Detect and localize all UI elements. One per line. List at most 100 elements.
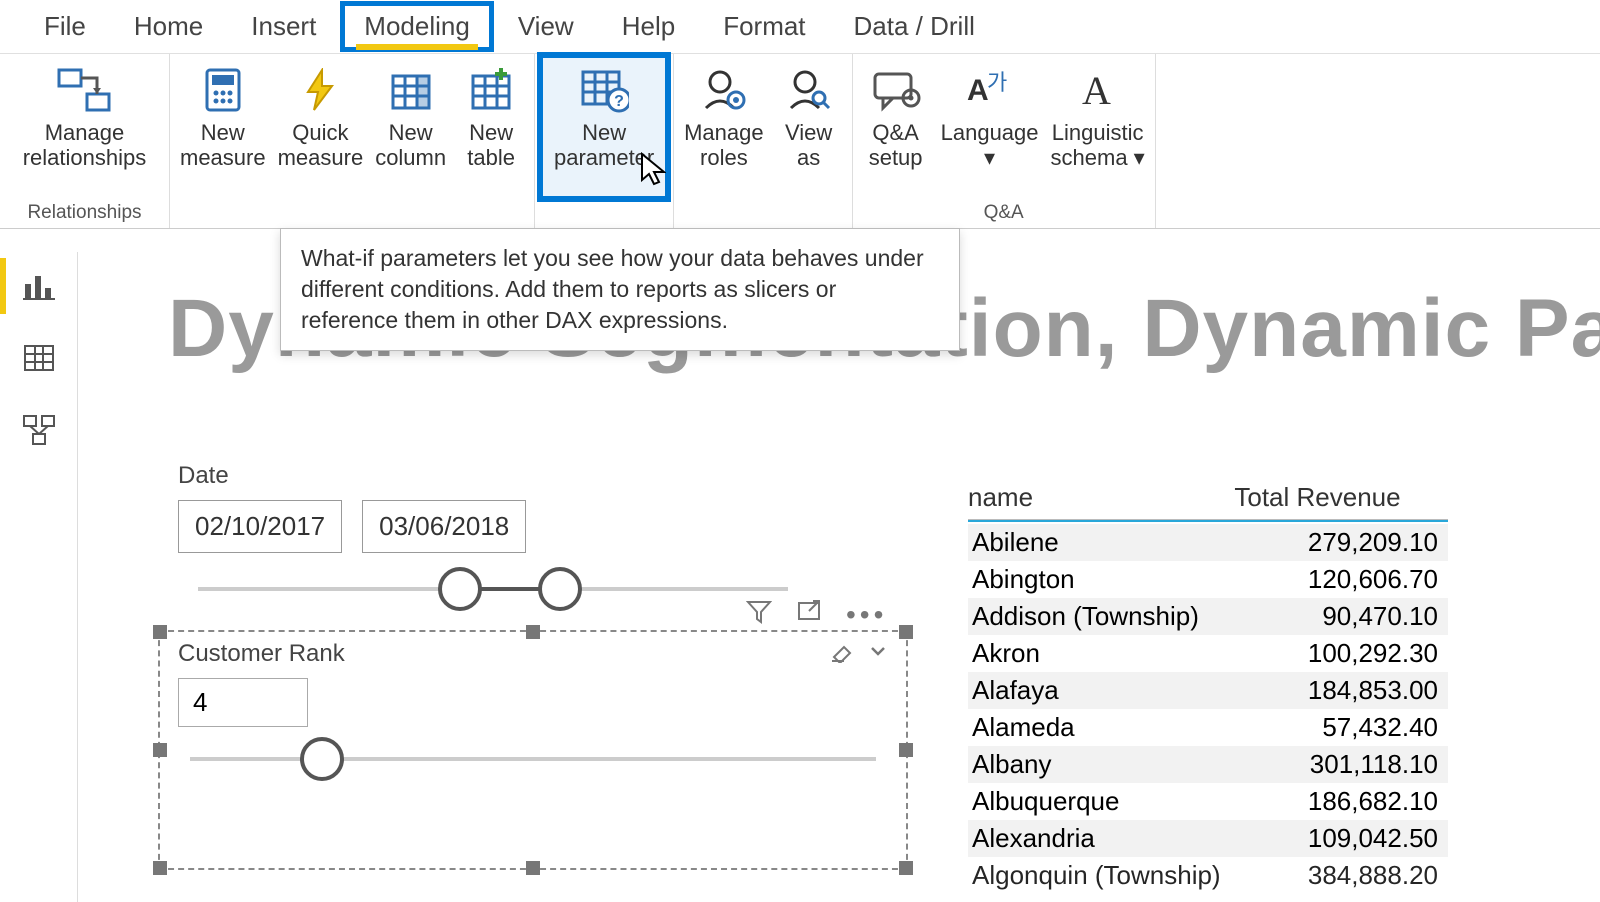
date-range-track[interactable] bbox=[198, 587, 788, 591]
language-icon: A가 bbox=[965, 62, 1015, 118]
group-label-calc bbox=[349, 200, 354, 228]
resize-handle[interactable] bbox=[153, 743, 167, 757]
tab-modeling[interactable]: Modeling bbox=[340, 1, 494, 52]
letter-a-icon: A bbox=[1076, 62, 1120, 118]
table-row[interactable]: Alafaya184,853.00 bbox=[968, 672, 1448, 709]
new-measure-button[interactable]: New measure bbox=[174, 54, 272, 200]
focus-mode-icon[interactable] bbox=[796, 598, 822, 631]
tab-help[interactable]: Help bbox=[598, 1, 699, 52]
new-parameter-button[interactable]: ? New parameter bbox=[539, 54, 669, 200]
resize-handle[interactable] bbox=[899, 861, 913, 875]
table-row[interactable]: Albuquerque186,682.10 bbox=[968, 783, 1448, 820]
date-range-thumb-start[interactable] bbox=[438, 567, 482, 611]
manage-roles-label: Manage roles bbox=[684, 120, 764, 171]
tab-home[interactable]: Home bbox=[110, 1, 227, 52]
chat-gear-icon bbox=[871, 62, 921, 118]
model-view-button[interactable] bbox=[17, 408, 61, 452]
person-search-icon bbox=[787, 62, 831, 118]
table-row[interactable]: Abilene279,209.10 bbox=[968, 524, 1448, 561]
calculator-icon bbox=[203, 62, 243, 118]
table-row[interactable]: Algonquin (Township)384,888.20 bbox=[968, 857, 1448, 894]
relationships-icon bbox=[57, 62, 111, 118]
lightning-icon bbox=[300, 62, 340, 118]
view-as-label: View as bbox=[785, 120, 832, 171]
tab-format[interactable]: Format bbox=[699, 1, 829, 52]
group-label-qna: Q&A bbox=[984, 200, 1024, 228]
model-icon bbox=[22, 414, 56, 446]
view-switcher bbox=[0, 252, 78, 902]
filter-icon[interactable] bbox=[746, 598, 772, 631]
resize-handle[interactable] bbox=[526, 861, 540, 875]
quick-measure-label: Quick measure bbox=[278, 120, 364, 171]
tab-data-drill[interactable]: Data / Drill bbox=[830, 1, 999, 52]
date-range-thumb-end[interactable] bbox=[538, 567, 582, 611]
date-to-input[interactable]: 03/06/2018 bbox=[362, 500, 526, 553]
ribbon-group-calculations: New measure Quick measure New column New… bbox=[170, 54, 535, 228]
ribbon-group-whatif: ? New parameter bbox=[535, 54, 674, 228]
table-row[interactable]: Albany301,118.10 bbox=[968, 746, 1448, 783]
resize-handle[interactable] bbox=[153, 861, 167, 875]
revenue-table[interactable]: name Total Revenue Abilene279,209.10 Abi… bbox=[968, 482, 1448, 894]
date-slicer-label: Date bbox=[178, 462, 878, 490]
resize-handle[interactable] bbox=[153, 625, 167, 639]
chevron-down-icon[interactable] bbox=[868, 641, 888, 668]
manage-roles-button[interactable]: Manage roles bbox=[678, 54, 770, 200]
table-row[interactable]: Abington120,606.70 bbox=[968, 561, 1448, 598]
more-options-icon[interactable]: ••• bbox=[846, 599, 887, 631]
table-row[interactable]: Alameda57,432.40 bbox=[968, 709, 1448, 746]
bar-chart-icon bbox=[23, 270, 55, 302]
table-column-icon bbox=[389, 62, 433, 118]
tab-view[interactable]: View bbox=[494, 1, 598, 52]
rank-track[interactable] bbox=[190, 757, 876, 761]
new-table-button[interactable]: New table bbox=[452, 54, 530, 200]
column-name-header[interactable]: name bbox=[968, 482, 1224, 513]
ribbon-tabs: File Home Insert Modeling View Help Form… bbox=[0, 0, 1600, 54]
data-view-button[interactable] bbox=[17, 336, 61, 380]
resize-handle[interactable] bbox=[899, 625, 913, 639]
tab-insert[interactable]: Insert bbox=[227, 1, 340, 52]
new-parameter-label: New parameter bbox=[554, 120, 654, 171]
table-header: name Total Revenue bbox=[968, 482, 1448, 519]
date-slicer[interactable]: Date 02/10/2017 03/06/2018 bbox=[178, 462, 878, 591]
rank-slicer-label: Customer Rank bbox=[178, 640, 345, 668]
language-button[interactable]: A가 Language ▾ bbox=[935, 54, 1045, 200]
rank-value-input[interactable]: 4 bbox=[178, 678, 308, 727]
linguistic-schema-button[interactable]: A Linguistic schema ▾ bbox=[1045, 54, 1151, 200]
manage-relationships-button[interactable]: Manage relationships bbox=[17, 54, 153, 200]
svg-text:A: A bbox=[967, 74, 989, 107]
column-revenue-header[interactable]: Total Revenue bbox=[1224, 482, 1448, 513]
language-label: Language ▾ bbox=[941, 120, 1039, 171]
table-row[interactable]: Alexandria109,042.50 bbox=[968, 820, 1448, 857]
svg-text:?: ? bbox=[614, 93, 624, 110]
table-row[interactable]: Akron100,292.30 bbox=[968, 635, 1448, 672]
customer-rank-slicer[interactable]: Customer Rank 4 bbox=[158, 630, 908, 870]
rank-thumb[interactable] bbox=[300, 737, 344, 781]
svg-text:가: 가 bbox=[987, 70, 1007, 95]
ribbon-group-security: Manage roles View as bbox=[674, 54, 853, 228]
new-measure-label: New measure bbox=[180, 120, 266, 171]
resize-handle[interactable] bbox=[899, 743, 913, 757]
parameter-icon: ? bbox=[579, 62, 629, 118]
visual-actions: ••• bbox=[746, 598, 887, 631]
tab-file[interactable]: File bbox=[20, 1, 110, 52]
quick-measure-button[interactable]: Quick measure bbox=[272, 54, 370, 200]
view-as-button[interactable]: View as bbox=[770, 54, 848, 200]
date-from-input[interactable]: 02/10/2017 bbox=[178, 500, 342, 553]
eraser-icon[interactable] bbox=[830, 641, 854, 668]
report-view-button[interactable] bbox=[17, 264, 61, 308]
table-icon bbox=[23, 342, 55, 374]
table-row[interactable]: Addison (Township)90,470.10 bbox=[968, 598, 1448, 635]
manage-relationships-label: Manage relationships bbox=[23, 120, 147, 171]
table-plus-icon bbox=[469, 62, 513, 118]
new-parameter-tooltip: What-if parameters let you see how your … bbox=[280, 228, 960, 351]
new-table-label: New table bbox=[467, 120, 515, 171]
table-divider bbox=[968, 519, 1448, 522]
person-gear-icon bbox=[702, 62, 746, 118]
ribbon-group-qna: Q&A setup A가 Language ▾ A Linguistic sch… bbox=[853, 54, 1156, 228]
resize-handle[interactable] bbox=[526, 625, 540, 639]
linguistic-schema-label: Linguistic schema ▾ bbox=[1051, 120, 1145, 171]
new-column-button[interactable]: New column bbox=[369, 54, 452, 200]
qa-setup-button[interactable]: Q&A setup bbox=[857, 54, 935, 200]
table-body: Abilene279,209.10 Abington120,606.70 Add… bbox=[968, 524, 1448, 894]
group-label-relationships: Relationships bbox=[27, 200, 141, 228]
